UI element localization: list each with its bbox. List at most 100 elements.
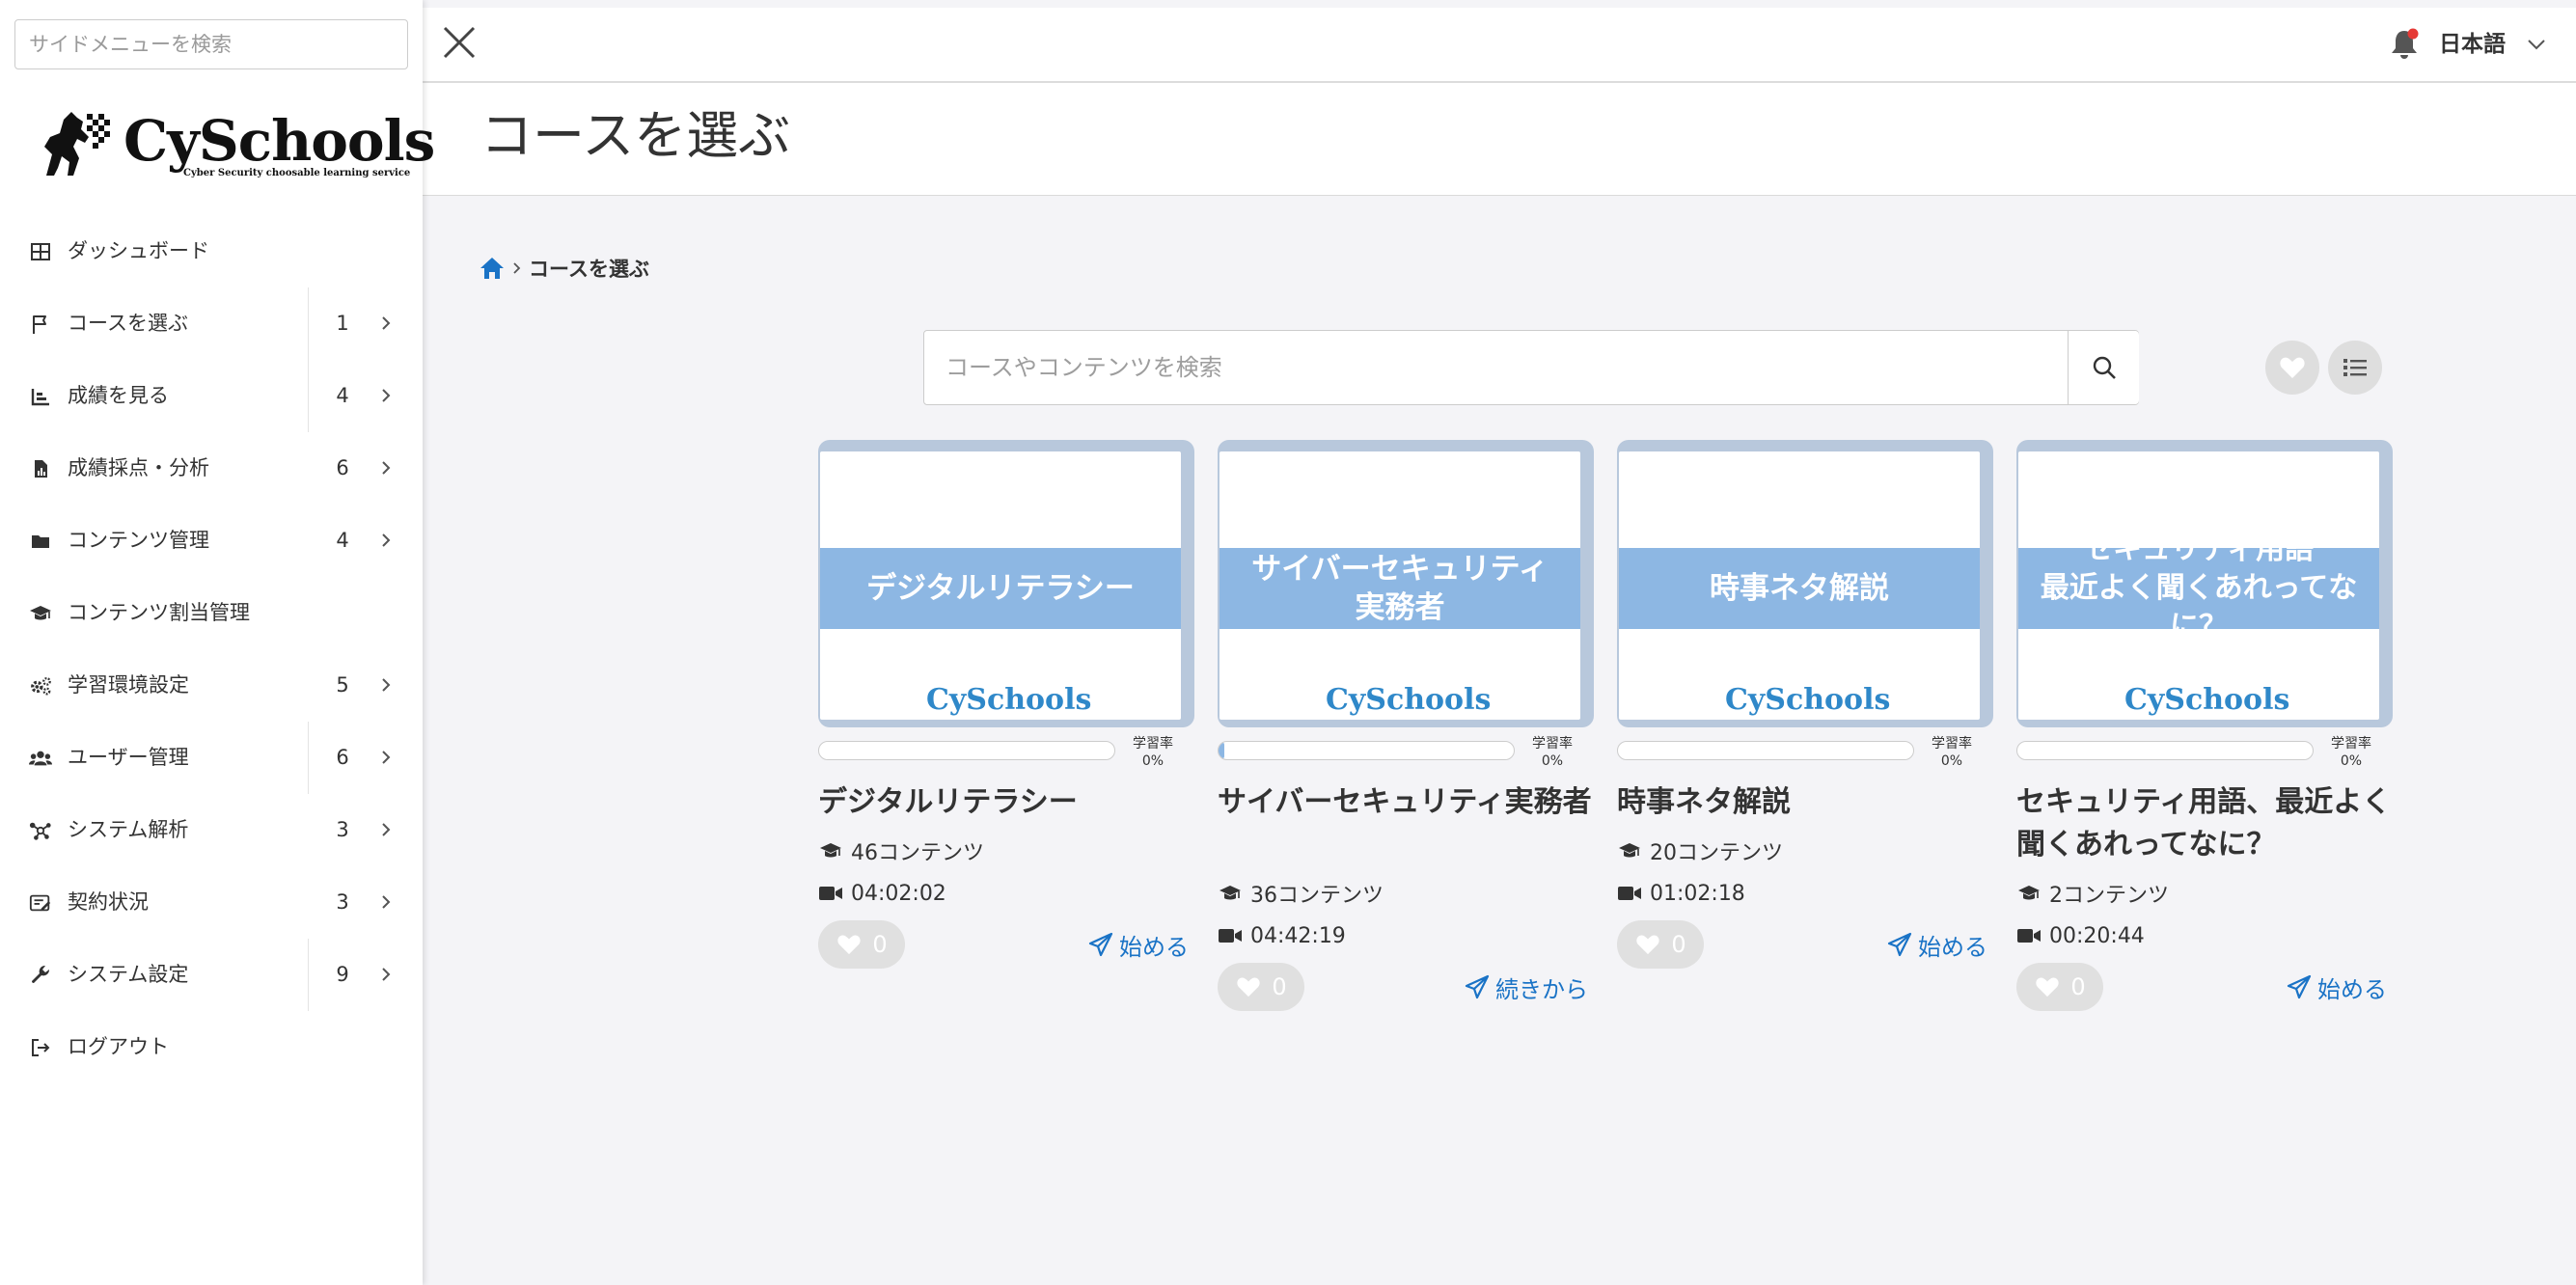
learning-rate: 学習率 0% bbox=[2325, 735, 2377, 770]
sidebar-item-label: ダッシュボード bbox=[68, 239, 209, 262]
top-bar: 日本語 bbox=[423, 8, 2576, 83]
users-icon bbox=[29, 747, 52, 770]
sidebar-item-user-management[interactable]: ユーザー管理 6 bbox=[0, 722, 423, 794]
breadcrumb: コースを選ぶ bbox=[479, 253, 649, 284]
course-thumbnail[interactable]: デジタルリテラシー CySchools bbox=[818, 440, 1194, 727]
sidebar-item-label: 成績を見る bbox=[68, 384, 169, 407]
start-button[interactable]: 始める bbox=[1887, 927, 1987, 962]
thumbnail-banner: サイバーセキュリティ 実務者 bbox=[1219, 548, 1580, 629]
paper-plane-icon bbox=[2287, 974, 2312, 999]
content-count-text: 20コンテンツ bbox=[1650, 841, 1783, 865]
logout-icon bbox=[29, 1036, 52, 1059]
video-icon bbox=[1219, 929, 1242, 943]
sidebar-item-system-settings[interactable]: システム設定 9 bbox=[0, 939, 423, 1011]
sidebar-item-learning-settings[interactable]: 学習環境設定 5 bbox=[0, 649, 423, 722]
favorite-filter-button[interactable] bbox=[2265, 341, 2319, 395]
sidebar: CySchools Cyber Security choosable learn… bbox=[0, 0, 435, 1285]
video-icon bbox=[819, 887, 842, 900]
heart-icon bbox=[2036, 977, 2059, 998]
graduation-cap-icon bbox=[820, 843, 841, 858]
notification-bell-icon[interactable] bbox=[2389, 27, 2420, 60]
sidebar-item-contract-status[interactable]: 契約状況 3 bbox=[0, 866, 423, 939]
content-count-text: 46コンテンツ bbox=[851, 841, 984, 865]
progress-bar bbox=[2016, 741, 2314, 760]
course-thumbnail[interactable]: セキュリティ用語 最近よく聞くあれってなに？ CySchools bbox=[2016, 440, 2393, 727]
paper-plane-icon bbox=[1088, 932, 1113, 957]
learning-rate: 学習率 0% bbox=[1127, 735, 1179, 770]
home-icon[interactable] bbox=[479, 256, 506, 281]
sidebar-item-grading-analysis[interactable]: 成績採点・分析 6 bbox=[0, 432, 423, 505]
submenu-count: 6 bbox=[336, 456, 349, 479]
page-title: コースを選ぶ bbox=[480, 105, 791, 166]
content-count: 2コンテンツ bbox=[2016, 878, 2169, 909]
list-view-button[interactable] bbox=[2328, 341, 2382, 395]
chart-icon bbox=[29, 385, 52, 408]
cyschools-logo[interactable]: CySchools Cyber Security choosable learn… bbox=[39, 108, 435, 185]
sidebar-item-content-management[interactable]: コンテンツ管理 4 bbox=[0, 505, 423, 577]
submenu-count: 9 bbox=[336, 963, 349, 986]
duration-text: 00:20:44 bbox=[2049, 923, 2145, 948]
start-button[interactable]: 始める bbox=[2287, 970, 2387, 1004]
sidebar-item-label: システム解析 bbox=[68, 818, 189, 841]
sidebar-item-dashboard[interactable]: ダッシュボード bbox=[0, 215, 423, 287]
sidebar-item-logout[interactable]: ログアウト bbox=[0, 1011, 423, 1083]
start-button-label: 始める bbox=[2317, 975, 2387, 1003]
continue-button[interactable]: 続きから bbox=[1465, 970, 1588, 1004]
chevron-right-icon[interactable] bbox=[378, 677, 394, 693]
side-menu-search-input[interactable] bbox=[14, 19, 408, 69]
divider bbox=[308, 287, 309, 360]
like-button[interactable]: 0 bbox=[818, 920, 905, 969]
page-header: コースを選ぶ bbox=[423, 83, 2576, 196]
chevron-right-icon[interactable] bbox=[378, 460, 394, 476]
language-selector[interactable]: 日本語 bbox=[2439, 8, 2506, 81]
submenu-count: 5 bbox=[336, 673, 349, 697]
chevron-right-icon[interactable] bbox=[378, 894, 394, 910]
start-button[interactable]: 始める bbox=[1088, 927, 1189, 962]
submenu-count: 3 bbox=[336, 818, 349, 841]
thumbnail-logo: CySchools bbox=[1326, 683, 1492, 717]
sidebar-item-content-assignment[interactable]: コンテンツ割当管理 bbox=[0, 577, 423, 649]
course-thumbnail[interactable]: 時事ネタ解説 CySchools bbox=[1617, 440, 1993, 727]
course-title[interactable]: デジタルリテラシー bbox=[818, 781, 1194, 824]
chevron-right-icon[interactable] bbox=[378, 750, 394, 765]
chevron-right-icon[interactable] bbox=[378, 967, 394, 982]
sidebar-item-label: 成績採点・分析 bbox=[68, 456, 209, 479]
learning-rate-label: 学習率 bbox=[1532, 736, 1573, 752]
course-title[interactable]: セキュリティ用語、最近よく聞くあれってなに？ bbox=[2016, 781, 2393, 866]
sidebar-item-grades[interactable]: 成績を見る 4 bbox=[0, 360, 423, 432]
learning-rate-value: 0% bbox=[1940, 753, 1963, 769]
like-count: 0 bbox=[2070, 973, 2086, 1000]
sidebar-item-system-analysis[interactable]: システム解析 3 bbox=[0, 794, 423, 866]
course-thumbnail[interactable]: サイバーセキュリティ 実務者 CySchools bbox=[1218, 440, 1594, 727]
progress-bar bbox=[1218, 741, 1515, 760]
close-icon[interactable] bbox=[440, 23, 479, 62]
like-button[interactable]: 0 bbox=[1617, 920, 1704, 969]
start-button-label: 始める bbox=[1918, 933, 1987, 961]
chevron-right-icon[interactable] bbox=[378, 533, 394, 548]
chevron-right-icon[interactable] bbox=[378, 822, 394, 837]
contract-icon bbox=[29, 891, 52, 915]
file-chart-icon bbox=[29, 457, 52, 480]
chevron-right-icon[interactable] bbox=[378, 388, 394, 403]
like-button[interactable]: 0 bbox=[1218, 963, 1304, 1011]
learning-rate: 学習率 0% bbox=[1926, 735, 1978, 770]
knight-horse-icon bbox=[44, 112, 110, 176]
logo-tagline: Cyber Security choosable learning servic… bbox=[183, 168, 411, 178]
chevron-right-icon[interactable] bbox=[378, 315, 394, 331]
sidebar-item-choose-course[interactable]: コースを選ぶ 1 bbox=[0, 287, 423, 360]
thumbnail-logo: CySchools bbox=[926, 683, 1092, 717]
course-title[interactable]: サイバーセキュリティ実務者 bbox=[1218, 781, 1594, 824]
course-title[interactable]: 時事ネタ解説 bbox=[1617, 781, 1993, 824]
folder-icon bbox=[29, 530, 52, 553]
wrench-icon bbox=[29, 964, 52, 987]
sidebar-item-label: ログアウト bbox=[68, 1035, 169, 1058]
chevron-down-icon[interactable] bbox=[2526, 36, 2547, 53]
search-button[interactable] bbox=[2068, 331, 2139, 404]
learning-rate-value: 0% bbox=[2340, 753, 2363, 769]
flag-icon bbox=[29, 313, 52, 336]
content-count: 46コンテンツ bbox=[818, 835, 984, 866]
like-button[interactable]: 0 bbox=[2016, 963, 2103, 1011]
like-count: 0 bbox=[1671, 931, 1686, 958]
course-search-input[interactable] bbox=[923, 330, 2139, 405]
like-count: 0 bbox=[872, 931, 888, 958]
